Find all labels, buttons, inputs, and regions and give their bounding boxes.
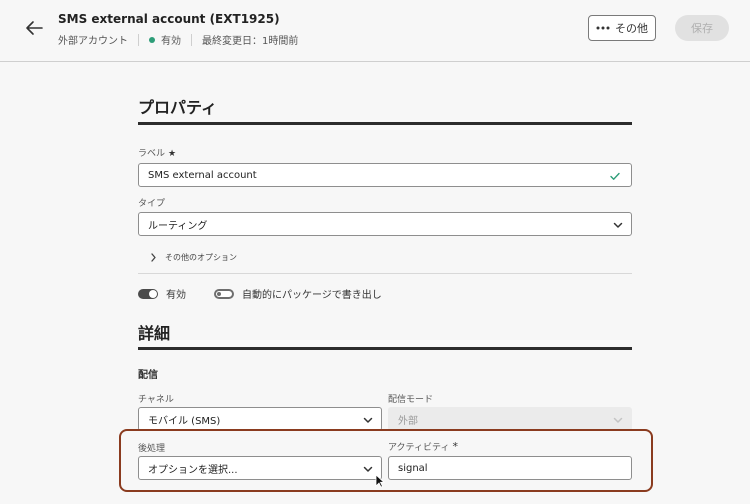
header-meta: 外部アカウント 有効 最終変更日：1時間前	[58, 32, 298, 47]
type-select-value: ルーティング	[148, 220, 208, 232]
type-field-label: タイプ	[138, 199, 166, 209]
delivery-subtitle: 配信	[138, 370, 158, 381]
more-dots-icon	[596, 26, 610, 30]
properties-section-title: プロパティ	[138, 98, 218, 117]
delivery-mode-label: 配信モード	[388, 395, 434, 405]
section-divider	[138, 347, 632, 350]
more-button-label: その他	[615, 22, 648, 35]
label-field-label: ラベル ★	[138, 146, 176, 159]
label-field-label-text: ラベル	[138, 149, 166, 159]
divider	[191, 33, 192, 46]
enabled-toggle-label: 有効	[166, 290, 186, 301]
back-arrow-icon[interactable]	[22, 16, 46, 40]
channel-select[interactable]: モバイル (SMS)	[138, 407, 382, 431]
save-button[interactable]: 保存	[675, 15, 729, 41]
options-divider	[138, 273, 632, 274]
required-star-icon: ★	[168, 149, 177, 159]
chevron-down-icon	[363, 417, 373, 423]
details-section-title: 詳細	[138, 324, 171, 343]
toggle-switch-on[interactable]	[138, 288, 158, 299]
last-modified: 最終変更日：1時間前	[202, 36, 299, 47]
chevron-right-icon	[151, 253, 156, 262]
more-options-toggle[interactable]: その他のオプション	[150, 252, 237, 263]
enabled-toggle[interactable]: 有効	[138, 286, 186, 301]
account-type: 外部アカウント	[58, 36, 128, 47]
more-button[interactable]: その他	[588, 15, 656, 41]
chevron-down-icon	[613, 417, 623, 423]
check-icon	[610, 172, 620, 180]
channel-label: チャネル	[138, 395, 174, 405]
type-select[interactable]: ルーティング	[138, 212, 632, 236]
channel-select-value: モバイル (SMS)	[148, 415, 221, 427]
delivery-mode-select: 外部	[388, 407, 632, 431]
label-input[interactable]: SMS external account	[138, 163, 632, 187]
section-divider	[138, 122, 632, 125]
page-header: SMS external account (EXT1925) 外部アカウント 有…	[0, 0, 750, 62]
divider	[138, 33, 139, 46]
highlight-box	[119, 429, 653, 492]
label-input-value: SMS external account	[148, 169, 257, 181]
chevron-down-icon	[613, 222, 623, 228]
more-options-label: その他のオプション	[165, 253, 237, 262]
page-title: SMS external account (EXT1925)	[58, 12, 280, 26]
delivery-mode-value: 外部	[398, 415, 418, 427]
auto-export-toggle-label: 自動的にパッケージで書き出し	[242, 290, 382, 301]
status-badge: 有効	[161, 36, 181, 47]
cursor-icon	[375, 474, 385, 488]
auto-export-toggle[interactable]: 自動的にパッケージで書き出し	[214, 286, 382, 301]
status-dot-icon	[149, 36, 155, 43]
toggle-switch-off[interactable]	[214, 288, 234, 299]
